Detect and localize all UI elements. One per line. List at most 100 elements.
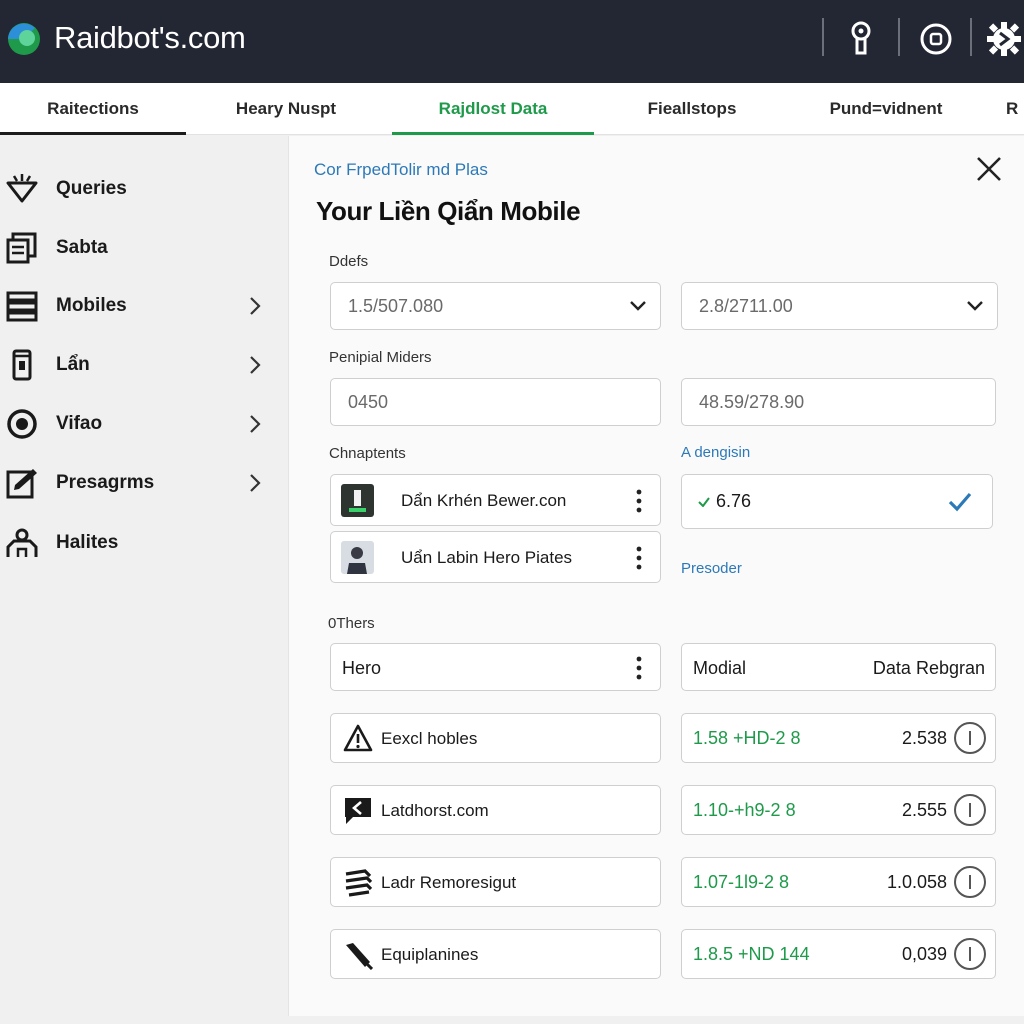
more-vertical-icon[interactable]: [636, 489, 642, 513]
sidebar-item-label: Halites: [56, 532, 119, 553]
others-item[interactable]: Equiplanines: [330, 929, 661, 979]
tab-pund-vidnent[interactable]: Pund=vidnent: [800, 83, 972, 135]
sidebar-item-vifao[interactable]: Vifao: [0, 399, 286, 449]
others-value-row[interactable]: 1.07-1l9-2 8 1.0.058: [681, 857, 996, 907]
peripheral-input-left[interactable]: 0450: [330, 378, 661, 426]
back-message-icon: [345, 798, 371, 824]
others-header-right: Modial Data Rebgran: [681, 643, 996, 691]
users-icon: [4, 526, 40, 560]
toolbar-divider: [822, 18, 824, 56]
chevron-right-icon: [250, 297, 261, 315]
stack-icon: [4, 289, 40, 323]
info-circle-icon[interactable]: [954, 866, 986, 898]
document-icon: [4, 231, 40, 265]
keyhole-icon[interactable]: [841, 19, 881, 59]
tab-fieallstops[interactable]: Fieallstops: [606, 83, 778, 135]
details-select-right[interactable]: 2.8/2711.00: [681, 282, 998, 330]
gear-icon[interactable]: [984, 19, 1024, 59]
detail-panel: Cor FrpedTolir md Plas Your Liền Qiẩn Mo…: [288, 136, 1024, 1016]
others-item[interactable]: Eexcl hobles: [330, 713, 661, 763]
sidebar-item-lan[interactable]: Lẩn: [0, 340, 286, 390]
top-bar: Raidbot's.com: [0, 0, 1024, 83]
item-name: Eexcl hobles: [381, 729, 478, 748]
component-thumbnail: [341, 541, 374, 574]
target-icon: [4, 407, 40, 441]
peripheral-input-right[interactable]: 48.59/278.90: [681, 378, 996, 426]
chevron-right-icon: [250, 474, 261, 492]
sidebar-item-presagrms[interactable]: Presagrms: [0, 458, 286, 508]
item-name: Latdhorst.com: [381, 801, 489, 820]
metric-value: 2.538: [901, 728, 947, 748]
section-label-design: A dengisin: [681, 444, 751, 461]
more-vertical-icon[interactable]: [636, 656, 642, 680]
app-brand[interactable]: Raidbot's.com: [54, 20, 246, 56]
range-value: 1.07-1l9-2 8: [693, 872, 790, 892]
sidebar-item-label: Vifao: [56, 413, 103, 434]
range-value: 1.58 +HD-2 8: [693, 728, 801, 748]
checkmark-icon: [948, 492, 972, 512]
edit-box-icon: [4, 466, 40, 500]
range-value: 1.8.5 +ND 144: [693, 944, 810, 964]
sidebar-item-halites[interactable]: Halites: [0, 518, 286, 568]
sidebar-item-label: Presagrms: [56, 472, 155, 493]
others-header-left[interactable]: Hero: [330, 643, 661, 691]
sidebar-item-label: Mobiles: [56, 295, 127, 316]
column-header: Modial: [693, 658, 747, 678]
tab-rajdlost-data[interactable]: Rajdlost Data: [392, 83, 594, 135]
section-label-details: Ddefs: [329, 253, 369, 270]
section-label-peripheral: Penipial Miders: [329, 349, 432, 366]
sidebar-item-label: Lẩn: [56, 354, 90, 375]
breadcrumb[interactable]: Cor FrpedTolir md Plas: [314, 160, 488, 180]
phone-icon: [4, 348, 40, 382]
others-value-row[interactable]: 1.58 +HD-2 8 2.538: [681, 713, 996, 763]
range-value: 1.10-+h9-2 8: [693, 800, 796, 820]
info-circle-icon[interactable]: [954, 722, 986, 754]
component-name: Dẩn Krhén Bewer.con: [401, 491, 567, 510]
chevron-right-icon: [250, 356, 261, 374]
select-value: 1.5/507.080: [348, 296, 444, 316]
item-name: Ladr Remoresigut: [381, 873, 517, 892]
sidebar: Queries Sabta Mobiles Lẩn Vifao Presagrm…: [0, 136, 286, 1024]
input-value: 48.59/278.90: [699, 392, 805, 412]
design-value: 6.76: [716, 491, 752, 511]
toolbar-divider: [970, 18, 972, 56]
sidebar-item-label: Queries: [56, 178, 127, 199]
sidebar-item-queries[interactable]: Queries: [0, 164, 286, 214]
info-circle-icon[interactable]: [954, 938, 986, 970]
tab-heary-nuspt[interactable]: Heary Nuspt: [200, 83, 372, 135]
others-value-row[interactable]: 1.10-+h9-2 8 2.555: [681, 785, 996, 835]
provider-link[interactable]: Presoder: [681, 560, 742, 577]
close-icon[interactable]: [975, 155, 1003, 183]
others-item[interactable]: Ladr Remoresigut: [330, 857, 661, 907]
more-vertical-icon[interactable]: [636, 546, 642, 570]
metric-value: 2.555: [901, 800, 947, 820]
section-label-components: Chnaptents: [329, 445, 406, 462]
info-circle-icon[interactable]: [954, 794, 986, 826]
stop-circle-icon[interactable]: [916, 19, 956, 59]
component-thumbnail: [341, 484, 374, 517]
metric-value: 0,039: [901, 944, 947, 964]
others-value-row[interactable]: 1.8.5 +ND 144 0,039: [681, 929, 996, 979]
layers-icon: [345, 869, 373, 897]
sidebar-item-label: Sabta: [56, 237, 108, 258]
column-header: Hero: [342, 658, 382, 678]
details-select-left[interactable]: 1.5/507.080: [330, 282, 661, 330]
design-value-field[interactable]: 6.76: [681, 474, 993, 529]
others-item[interactable]: Latdhorst.com: [330, 785, 661, 835]
column-header: Data Rebgran: [872, 658, 985, 678]
component-row[interactable]: Dẩn Krhén Bewer.con: [330, 474, 661, 526]
tab-overflow[interactable]: R: [1006, 83, 1024, 135]
raidbots-logo: [8, 23, 40, 55]
section-label-others: 0Thers: [328, 615, 375, 632]
chevron-down-icon: [967, 301, 983, 311]
component-row[interactable]: Uẩn Labin Hero Piates: [330, 531, 661, 583]
page-title: Your Liền Qiẩn Mobile: [316, 196, 581, 226]
sidebar-item-sabta[interactable]: Sabta: [0, 223, 286, 273]
funnel-icon: [4, 172, 40, 206]
chevron-down-icon: [630, 301, 646, 311]
item-name: Equiplanines: [381, 945, 479, 964]
tab-raitections[interactable]: Raitections: [0, 83, 186, 135]
warning-icon: [343, 724, 373, 752]
sidebar-item-mobiles[interactable]: Mobiles: [0, 281, 286, 331]
input-value: 0450: [348, 392, 389, 412]
